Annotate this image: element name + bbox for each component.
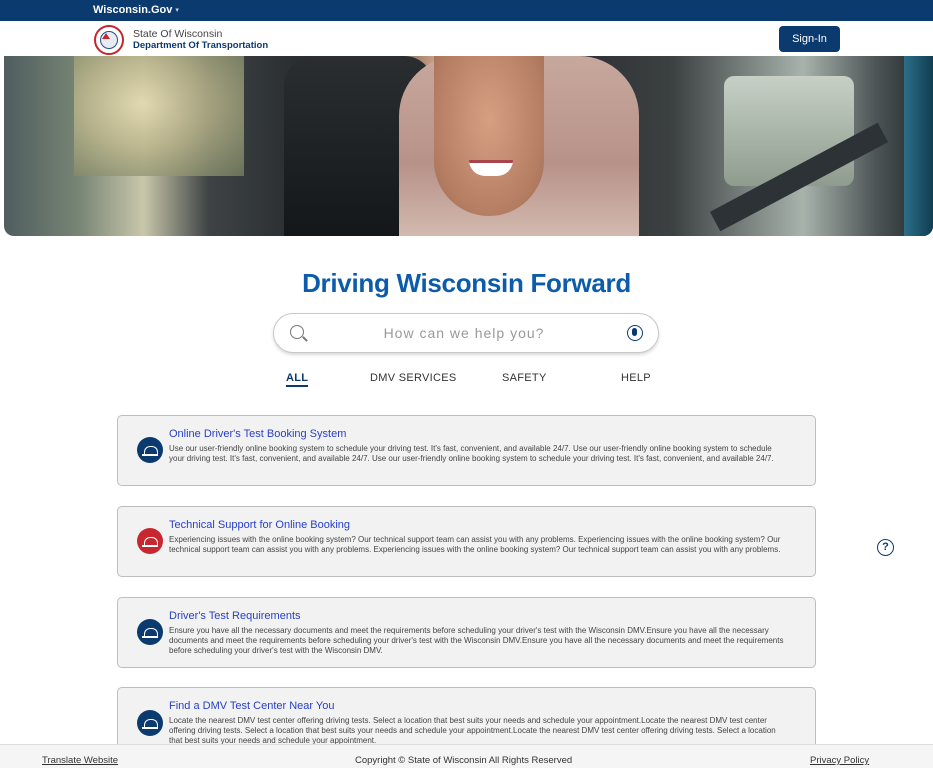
card-description: Locate the nearest DMV test center offer… <box>169 716 776 745</box>
brand-department: Department Of Transportation <box>133 40 269 51</box>
site-footer: Translate Website Copyright © State of W… <box>0 744 933 768</box>
top-utility-bar: Wisconsin.Gov ▾ <box>0 0 933 21</box>
card-title[interactable]: Driver's Test Requirements <box>169 610 301 622</box>
service-bell-icon <box>137 528 163 554</box>
hero-face <box>434 56 544 216</box>
search-input[interactable] <box>314 320 614 346</box>
result-card-booking-system[interactable]: Online Driver's Test Booking System Use … <box>117 415 816 486</box>
wisconsin-gov-menu[interactable]: Wisconsin.Gov ▾ <box>93 4 179 16</box>
brand-text[interactable]: State Of Wisconsin Department Of Transpo… <box>133 28 268 52</box>
site-header: State Of Wisconsin Department Of Transpo… <box>4 21 933 57</box>
service-bell-icon <box>137 710 163 736</box>
card-description: Ensure you have all the necessary docume… <box>169 626 784 655</box>
result-card-test-requirements[interactable]: Driver's Test Requirements Ensure you ha… <box>117 597 816 668</box>
card-description: Use our user-friendly online booking sys… <box>169 444 774 463</box>
translate-website-link[interactable]: Translate Website <box>42 755 118 766</box>
card-description: Experiencing issues with the online book… <box>169 535 781 554</box>
hero-image <box>4 56 933 236</box>
chevron-down-icon: ▾ <box>175 7 179 14</box>
wisconsin-gov-label: Wisconsin.Gov <box>93 4 173 16</box>
help-icon[interactable]: ? <box>877 539 894 556</box>
brand-state: State Of Wisconsin <box>133 28 223 40</box>
hero-window <box>74 56 244 176</box>
tab-all[interactable]: ALL <box>286 372 309 387</box>
search-icon[interactable] <box>290 325 304 339</box>
card-title[interactable]: Online Driver's Test Booking System <box>169 428 346 440</box>
tab-dmv-services[interactable]: DMV SERVICES <box>370 372 457 384</box>
category-tabs: ALL DMV SERVICES SAFETY HELP <box>0 372 933 388</box>
result-card-technical-support[interactable]: Technical Support for Online Booking Exp… <box>117 506 816 577</box>
search-bar <box>273 313 659 353</box>
card-title[interactable]: Technical Support for Online Booking <box>169 519 350 531</box>
microphone-icon[interactable] <box>627 325 643 341</box>
hero-door-edge <box>904 56 933 236</box>
page-title: Driving Wisconsin Forward <box>302 268 631 298</box>
dot-seal-logo[interactable] <box>94 25 124 55</box>
service-bell-icon <box>137 437 163 463</box>
seal-triangle <box>102 33 110 39</box>
privacy-policy-link[interactable]: Privacy Policy <box>810 755 869 766</box>
tab-help[interactable]: HELP <box>621 372 651 384</box>
card-title[interactable]: Find a DMV Test Center Near You <box>169 700 335 712</box>
tab-safety[interactable]: SAFETY <box>502 372 547 384</box>
sign-in-button[interactable]: Sign-In <box>779 26 840 52</box>
service-bell-icon <box>137 619 163 645</box>
copyright-text: Copyright © State of Wisconsin All Right… <box>355 755 573 766</box>
